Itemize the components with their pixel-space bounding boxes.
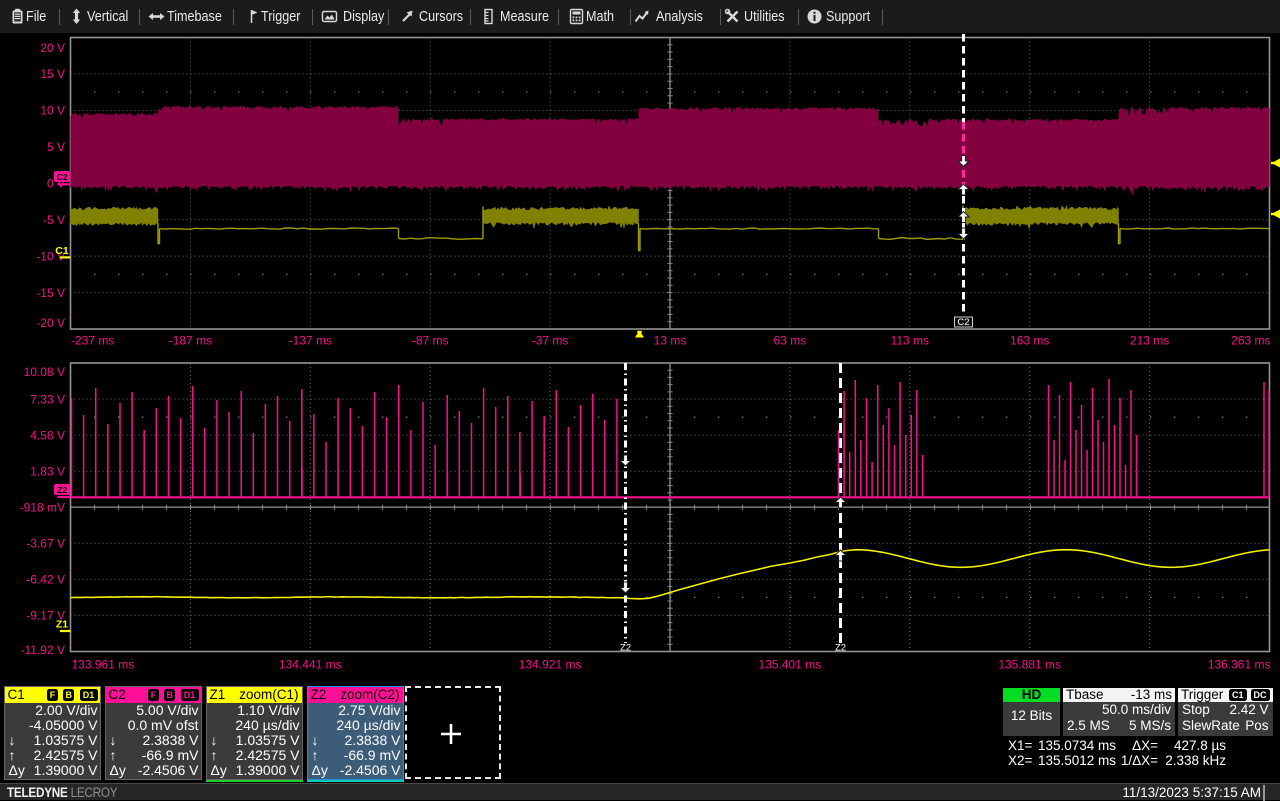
svg-text:Z2: Z2 [57, 485, 67, 495]
svg-text:136.361 ms: 136.361 ms [1208, 658, 1271, 672]
svg-text:-6.42 V: -6.42 V [26, 573, 65, 587]
svg-text:-187 ms: -187 ms [169, 334, 212, 348]
svg-text:134.441 ms: 134.441 ms [279, 658, 342, 672]
svg-text:Z1: Z1 [56, 619, 68, 631]
svg-text:135.401 ms: 135.401 ms [759, 658, 822, 672]
svg-text:-5 V: -5 V [43, 213, 65, 227]
svg-text:-3.67 V: -3.67 V [26, 537, 65, 551]
svg-text:15 V: 15 V [40, 67, 65, 81]
svg-text:134.921 ms: 134.921 ms [519, 658, 582, 672]
svg-text:-87 ms: -87 ms [412, 334, 449, 348]
svg-text:←: ← [72, 652, 84, 666]
svg-text:113 ms: 113 ms [891, 334, 929, 348]
svg-text:7.33 V: 7.33 V [30, 392, 65, 406]
svg-text:-37 ms: -37 ms [532, 334, 569, 348]
svg-text:-15 V: -15 V [36, 286, 65, 300]
svg-text:20 V: 20 V [40, 41, 65, 55]
svg-text:-918 mV: -918 mV [20, 500, 65, 514]
svg-text:-237 ms: -237 ms [71, 334, 114, 348]
svg-text:10.08 V: 10.08 V [24, 365, 65, 379]
svg-text:Z2: Z2 [620, 643, 631, 654]
svg-text:C1: C1 [55, 245, 69, 257]
svg-text:Z2: Z2 [835, 643, 846, 654]
svg-text:63 ms: 63 ms [774, 334, 807, 348]
svg-text:-137 ms: -137 ms [289, 334, 332, 348]
svg-text:263 ms: 263 ms [1231, 334, 1270, 348]
svg-text:5 V: 5 V [47, 140, 65, 154]
svg-text:163 ms: 163 ms [1010, 334, 1049, 348]
svg-text:13 ms: 13 ms [654, 334, 687, 348]
svg-text:1.83 V: 1.83 V [30, 464, 65, 478]
svg-text:213 ms: 213 ms [1130, 334, 1169, 348]
svg-text:-20 V: -20 V [36, 316, 65, 330]
svg-text:C2: C2 [957, 317, 969, 328]
svg-text:10 V: 10 V [40, 104, 65, 118]
svg-text:135.881 ms: 135.881 ms [998, 658, 1061, 672]
svg-text:4.58 V: 4.58 V [30, 428, 65, 442]
svg-text:C2: C2 [57, 172, 68, 182]
svg-text:-11.92 V: -11.92 V [21, 643, 65, 657]
